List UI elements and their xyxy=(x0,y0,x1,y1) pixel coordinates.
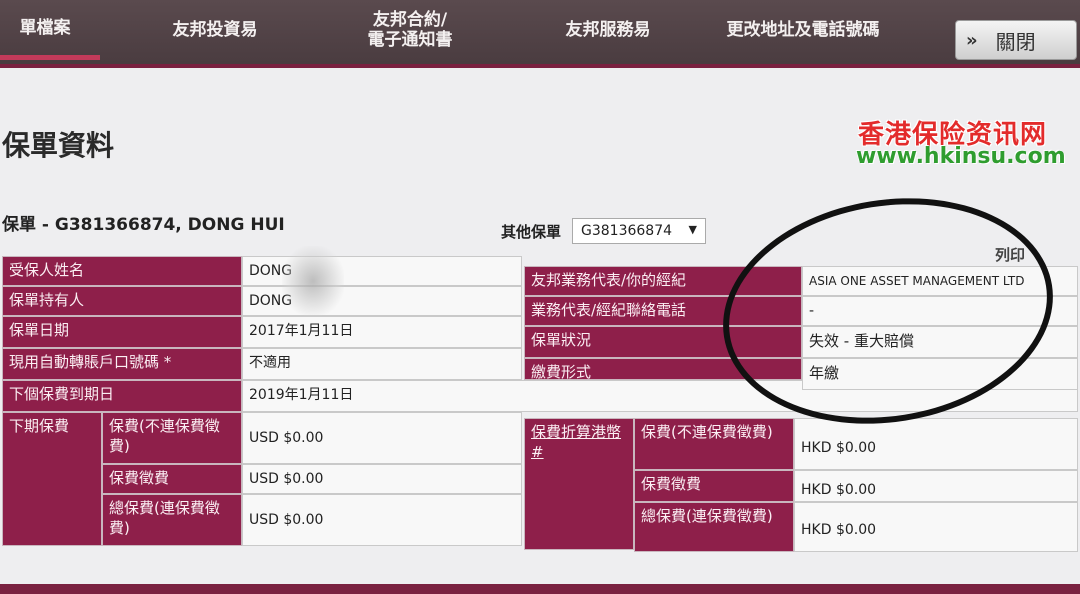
premium-levy-label: 保費徵費 xyxy=(102,464,242,494)
next-premium-label: 下期保費 xyxy=(2,412,102,546)
close-button-label: 關閉 xyxy=(995,29,1036,54)
hkd-premium-levy-value: HKD $0.00 xyxy=(794,470,1078,502)
premium-levy-value: USD $0.00 xyxy=(242,464,522,494)
redaction-blur xyxy=(282,246,344,316)
page-title: 保單資料 xyxy=(2,129,115,162)
next-due-date-label: 下個保費到期日 xyxy=(2,380,242,412)
chevron-down-icon: ▼ xyxy=(688,223,697,236)
premium-excl-levy-value: USD $0.00 xyxy=(242,412,522,464)
nav-underline xyxy=(0,64,1080,68)
insured-name-label: 受保人姓名 xyxy=(2,256,242,286)
other-policy-value: G381366874 xyxy=(581,223,673,239)
other-policy-label: 其他保單 xyxy=(501,223,562,241)
watermark-url: www.hkinsu.com xyxy=(856,144,1066,169)
hkd-total-premium-value: HKD $0.00 xyxy=(794,502,1078,552)
nav-tab-contract-notices[interactable]: 友邦合約/ 電子通知書 xyxy=(340,0,480,60)
nav-tab-investment[interactable]: 友邦投資易 xyxy=(150,0,280,60)
policy-holder-label: 保單持有人 xyxy=(2,286,242,316)
close-button[interactable]: » 關閉 xyxy=(955,20,1077,60)
double-chevron-right-icon: » xyxy=(966,29,978,51)
total-premium-value: USD $0.00 xyxy=(242,494,522,546)
hkd-conversion-link[interactable]: 保費折算港幣 # xyxy=(524,418,634,550)
nav-tab-change-address[interactable]: 更改地址及電話號碼 xyxy=(708,0,898,60)
hkd-total-premium-label: 總保費(連保費徵費) xyxy=(634,502,794,552)
other-policy-select[interactable]: G381366874 ▼ xyxy=(572,218,706,244)
hkd-premium-excl-levy-value: HKD $0.00 xyxy=(794,418,1078,470)
autopay-account-label: 現用自動轉賬戶口號碼 * xyxy=(2,348,242,380)
hkd-premium-excl-levy-label: 保費(不連保費徵費) xyxy=(634,418,794,470)
autopay-account-value: 不適用 xyxy=(242,348,522,380)
nav-tab-policy-file[interactable]: 單檔案 xyxy=(0,0,100,60)
policy-date-value: 2017年1月11日 xyxy=(242,316,522,348)
top-navigation: 單檔案 友邦投資易 友邦合約/ 電子通知書 友邦服務易 更改地址及電話號碼 » … xyxy=(0,0,1080,64)
premium-excl-levy-label: 保費(不連保費徵費) xyxy=(102,412,242,464)
bottom-bar xyxy=(0,584,1080,594)
hkd-premium-levy-label: 保費徵費 xyxy=(634,470,794,502)
policy-heading: 保單 - G381366874, DONG HUI xyxy=(2,215,285,235)
total-premium-label: 總保費(連保費徵費) xyxy=(102,494,242,546)
nav-tab-services[interactable]: 友邦服務易 xyxy=(548,0,668,60)
policy-date-label: 保單日期 xyxy=(2,316,242,348)
